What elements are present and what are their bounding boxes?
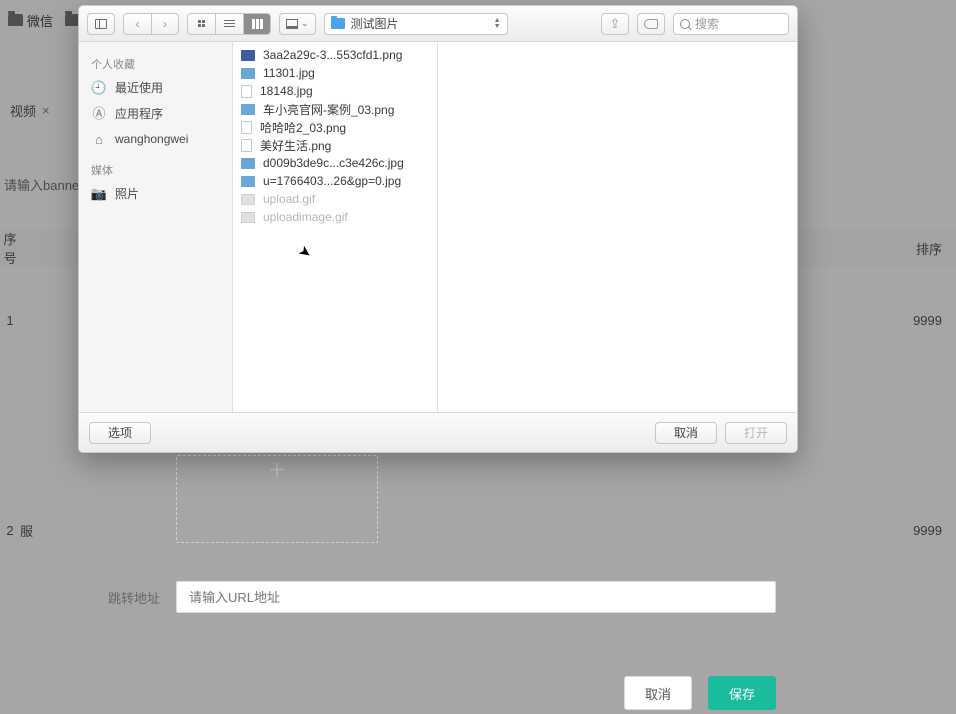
- file-thumb-icon: [241, 212, 255, 223]
- sidebar-item-icon: Ⓐ: [91, 106, 107, 120]
- nav-forward-button[interactable]: ›: [151, 13, 179, 35]
- file-name: 11301.jpg: [263, 66, 315, 80]
- share-button[interactable]: ⇪: [601, 13, 629, 35]
- file-name: uploadimage.gif: [263, 210, 348, 224]
- file-thumb-icon: [241, 139, 252, 152]
- file-thumb-icon: [241, 68, 255, 79]
- view-icons-button[interactable]: [187, 13, 215, 35]
- file-row: uploadimage.gif: [233, 208, 437, 226]
- nav-back-button[interactable]: ‹: [123, 13, 151, 35]
- picker-open-button[interactable]: 打开: [725, 422, 787, 444]
- chevron-left-icon: ‹: [136, 17, 140, 31]
- sidebar-item-label: 应用程序: [115, 105, 163, 122]
- sidebar-item-label: 照片: [115, 185, 139, 202]
- file-thumb-icon: [241, 85, 252, 98]
- file-picker-dialog: ‹ › ⌄ 测试图片 ▲▼ ⇪ 搜索 个人收藏 🕘 最近使用 Ⓐ 应用程序 ⌂ wangh…: [78, 5, 798, 453]
- sidebar-icon: [95, 19, 107, 29]
- cancel-button[interactable]: 取消: [624, 676, 692, 710]
- sidebar-section-favorites: 个人收藏: [79, 52, 232, 74]
- sidebar-item[interactable]: ⌂ wanghongwei: [79, 126, 232, 152]
- chevron-right-icon: ›: [163, 17, 167, 31]
- chevron-down-icon: ⌄: [301, 18, 309, 29]
- tags-button[interactable]: [637, 13, 665, 35]
- search-input[interactable]: 搜索: [673, 13, 789, 35]
- url-label: 跳转地址: [108, 588, 176, 607]
- picker-cancel-button[interactable]: 取消: [655, 422, 717, 444]
- tag-icon: [644, 19, 658, 29]
- file-row[interactable]: 哈哈哈2_03.png: [233, 118, 437, 136]
- toggle-sidebar-button[interactable]: [87, 13, 115, 35]
- columns-icon: [252, 19, 263, 29]
- file-thumb-icon: [241, 194, 255, 205]
- list-icon: [224, 20, 235, 28]
- options-button[interactable]: 选项: [89, 422, 151, 444]
- view-gallery-button[interactable]: ⌄: [279, 13, 316, 35]
- sidebar-item[interactable]: Ⓐ 应用程序: [79, 100, 232, 126]
- save-button[interactable]: 保存: [708, 676, 776, 710]
- sidebar-item-icon: 📷: [91, 186, 107, 200]
- sidebar-item-icon: ⌂: [91, 132, 107, 146]
- folder-icon: [331, 18, 345, 29]
- file-name: 哈哈哈2_03.png: [260, 119, 346, 136]
- file-thumb-icon: [241, 104, 255, 115]
- file-row[interactable]: 18148.jpg: [233, 82, 437, 100]
- file-name: d009b3de9c...c3e426c.jpg: [263, 156, 404, 170]
- sidebar-item-label: 最近使用: [115, 79, 163, 96]
- file-name: 18148.jpg: [260, 84, 313, 98]
- view-columns-button[interactable]: [243, 13, 271, 35]
- file-name: upload.gif: [263, 192, 315, 206]
- gallery-icon: [286, 19, 298, 29]
- search-icon: [680, 19, 690, 29]
- sidebar-item[interactable]: 📷 照片: [79, 180, 232, 206]
- file-name: 美好生活.png: [260, 137, 331, 154]
- file-row[interactable]: 美好生活.png: [233, 136, 437, 154]
- file-list: 3aa2a29c-3...553cfd1.png 11301.jpg 18148.j…: [233, 42, 438, 412]
- grid-icon: [198, 20, 206, 28]
- sidebar-item-icon: 🕘: [91, 80, 107, 94]
- file-name: u=1766403...26&gp=0.jpg: [263, 174, 401, 188]
- preview-pane: [438, 42, 797, 412]
- upload-dropzone[interactable]: +: [176, 455, 378, 543]
- sidebar-item[interactable]: 🕘 最近使用: [79, 74, 232, 100]
- file-row[interactable]: 3aa2a29c-3...553cfd1.png: [233, 46, 437, 64]
- file-thumb-icon: [241, 50, 255, 61]
- file-row[interactable]: 11301.jpg: [233, 64, 437, 82]
- file-row[interactable]: d009b3de9c...c3e426c.jpg: [233, 154, 437, 172]
- path-label: 测试图片: [351, 15, 399, 32]
- path-dropdown[interactable]: 测试图片 ▲▼: [324, 13, 508, 35]
- url-input[interactable]: [176, 581, 776, 613]
- file-name: 3aa2a29c-3...553cfd1.png: [263, 48, 402, 62]
- file-name: 车小亮官网-案例_03.png: [263, 101, 394, 118]
- file-thumb-icon: [241, 176, 255, 187]
- updown-icon: ▲▼: [494, 18, 501, 30]
- file-row[interactable]: u=1766403...26&gp=0.jpg: [233, 172, 437, 190]
- file-thumb-icon: [241, 158, 255, 169]
- sidebar-item-label: wanghongwei: [115, 132, 188, 146]
- plus-icon: +: [269, 456, 285, 484]
- file-thumb-icon: [241, 121, 252, 134]
- file-row: upload.gif: [233, 190, 437, 208]
- share-icon: ⇪: [610, 16, 621, 32]
- sidebar-section-media: 媒体: [79, 158, 232, 180]
- file-row[interactable]: 车小亮官网-案例_03.png: [233, 100, 437, 118]
- picker-sidebar: 个人收藏 🕘 最近使用 Ⓐ 应用程序 ⌂ wanghongwei 媒体 📷 照片: [79, 42, 233, 412]
- view-list-button[interactable]: [215, 13, 243, 35]
- search-placeholder: 搜索: [695, 15, 719, 32]
